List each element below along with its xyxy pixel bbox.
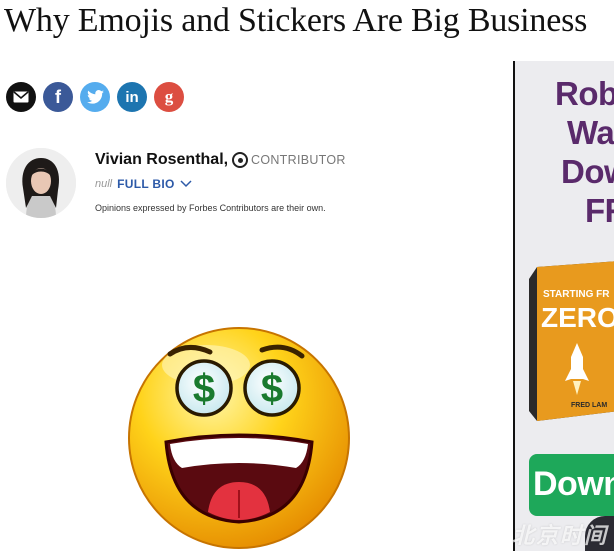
google-plus-icon: g <box>164 87 174 106</box>
chevron-down-icon[interactable] <box>180 180 192 188</box>
twitter-share-button[interactable] <box>80 82 110 112</box>
ad-book-author: FRED LAM <box>571 402 607 409</box>
contributor-disclaimer: Opinions expressed by Forbes Contributor… <box>95 203 326 213</box>
ad-headline-line: War <box>567 114 614 151</box>
ad-download-label[interactable]: Down <box>533 465 614 504</box>
article-headline: Why Emojis and Stickers Are Big Business <box>4 2 588 39</box>
author-name[interactable]: Vivian Rosenthal, <box>95 151 228 169</box>
contributor-label: CONTRIBUTOR <box>251 153 346 167</box>
facebook-share-button[interactable]: f <box>43 82 73 112</box>
dollar-icon: $ <box>261 367 283 411</box>
ad-headline-line: FR <box>585 192 614 229</box>
sidebar-advertisement[interactable]: Robe War Dow FR STARTING FR ZERO FRED LA… <box>513 61 614 551</box>
facebook-icon: f <box>55 86 61 107</box>
author-avatar[interactable] <box>6 148 76 218</box>
linkedin-share-button[interactable]: in <box>117 82 147 112</box>
twitter-icon <box>86 90 104 104</box>
email-share-button[interactable] <box>6 82 36 112</box>
ad-book-tag: STARTING FR <box>543 289 610 300</box>
share-buttons: f in g <box>6 82 184 112</box>
ad-book-cover: STARTING FR ZERO FRED LAM <box>529 261 614 421</box>
email-icon <box>13 91 29 103</box>
contributor-icon <box>232 152 248 168</box>
contributor-badge: CONTRIBUTOR <box>232 152 346 168</box>
dollar-icon: $ <box>193 367 215 411</box>
ad-headline-line: Robe <box>555 75 614 112</box>
full-bio-link[interactable]: FULL BIO <box>117 177 175 191</box>
watermark: 北京时间 <box>512 523 609 548</box>
google-plus-share-button[interactable]: g <box>154 82 184 112</box>
linkedin-icon: in <box>125 88 139 106</box>
ad-headline-line: Dow <box>561 153 614 190</box>
bio-row: null FULL BIO <box>95 177 192 191</box>
ad-book-title: ZERO <box>541 302 614 333</box>
bio-prefix: null <box>95 178 113 190</box>
money-eyes-emoji: $ $ <box>126 322 352 551</box>
author-photo <box>6 148 76 218</box>
